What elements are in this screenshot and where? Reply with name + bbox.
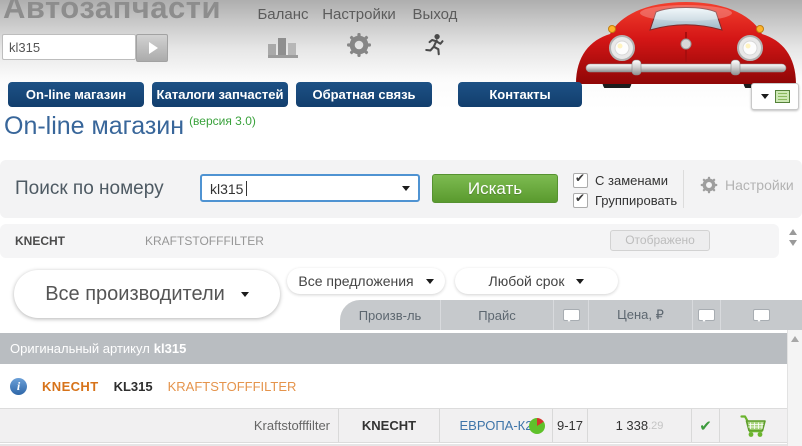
comment-icon: [753, 309, 770, 321]
page-header: Автозапчасти Баланс Настройки: [0, 0, 802, 110]
group-row-original-article[interactable]: Оригинальный артикул kl315: [0, 333, 787, 364]
chevron-down-icon: [241, 292, 249, 297]
menu-balance-label: Баланс: [251, 6, 315, 23]
table-scrollbar[interactable]: [787, 330, 802, 446]
scroll-up-icon[interactable]: [791, 336, 799, 342]
result-brand: KNECHT: [15, 234, 65, 248]
play-arrow-icon: [149, 42, 158, 54]
offers-dropdown-label: Все предложения: [298, 273, 413, 289]
page-title-text: On-line магазин: [4, 112, 184, 140]
search-by-number-label: Поиск по номеру: [15, 178, 164, 200]
gear-icon: [700, 176, 718, 194]
menu-balance[interactable]: Баланс: [251, 6, 315, 58]
search-settings-label: Настройки: [725, 177, 794, 193]
grouping-checkbox-label: Группировать: [595, 193, 677, 208]
column-comment[interactable]: [553, 300, 588, 330]
replacements-checkbox-label: С заменами: [595, 173, 668, 188]
list-view-icon: [775, 90, 790, 103]
result-part-name: KRAFTSTOFFFILTER: [145, 234, 264, 248]
quick-search-input[interactable]: [2, 34, 136, 60]
part-brand[interactable]: KNECHT: [42, 379, 99, 394]
offer-pricelist-link[interactable]: ЕВРОПА-К2: [460, 418, 533, 433]
add-to-cart-icon: [740, 414, 767, 438]
comment-icon: [563, 309, 580, 321]
offer-price-cents: .29: [648, 420, 663, 432]
offer-price-main: 1 338: [616, 418, 649, 433]
nav-feedback[interactable]: Обратная связь: [296, 82, 432, 107]
view-mode-widget[interactable]: [751, 83, 799, 110]
manufacturers-dropdown-label: Все производители: [45, 283, 225, 306]
chevron-down-icon: [576, 279, 584, 284]
quick-search-go-button[interactable]: [136, 34, 168, 62]
chevron-down-icon: [426, 279, 434, 284]
page-title: On-line магазин (версия 3.0): [4, 112, 256, 141]
scroll-up-icon[interactable]: [789, 229, 797, 235]
nav-online-shop[interactable]: On-line магазин: [8, 82, 144, 107]
result-group-band[interactable]: KNECHT KRAFTSTOFFFILTER Отображено: [0, 224, 779, 258]
part-name: KRAFTSTOFFFILTER: [168, 379, 297, 394]
gear-icon: [346, 32, 372, 58]
info-icon[interactable]: [10, 378, 27, 395]
add-to-cart-button[interactable]: [720, 409, 786, 442]
offer-available-cell: [692, 409, 720, 442]
menu-settings[interactable]: Настройки: [317, 6, 401, 58]
car-image: [570, 0, 802, 88]
replacements-checkbox-row[interactable]: С заменами: [573, 171, 677, 189]
offers-dropdown[interactable]: Все предложения: [287, 268, 445, 294]
search-options: С заменами Группировать: [573, 171, 677, 211]
comment-icon: [698, 309, 715, 321]
table-header: Произв-ль Прайс Цена, ₽: [340, 300, 802, 330]
version-label: (версия 3.0): [189, 114, 256, 128]
part-number-value: kl315: [210, 181, 243, 197]
column-comment[interactable]: [720, 300, 802, 330]
search-settings-button[interactable]: Настройки: [700, 176, 794, 194]
group-row-prefix: Оригинальный артикул: [10, 341, 150, 356]
offer-row: Kraftstofffilter KNECHT ЕВРОПА-К2 9-17 1…: [0, 408, 787, 443]
manufacturers-dropdown[interactable]: Все производители: [14, 270, 280, 318]
availability-pie-icon: [529, 418, 545, 434]
column-pricelist[interactable]: Прайс: [440, 300, 553, 330]
column-manufacturer[interactable]: Произв-ль: [340, 300, 440, 330]
term-dropdown-label: Любой срок: [489, 273, 565, 289]
chevron-down-icon[interactable]: [402, 186, 410, 191]
search-button[interactable]: Искать: [432, 174, 558, 203]
offer-pricelist-cell: ЕВРОПА-К2: [440, 409, 553, 442]
bar-chart-icon: [268, 38, 298, 58]
column-comment[interactable]: [692, 300, 720, 330]
logo: Автозапчасти: [3, 0, 221, 26]
displayed-status-button[interactable]: Отображено: [610, 230, 710, 251]
part-number-combobox[interactable]: kl315: [200, 174, 420, 202]
menu-settings-label: Настройки: [317, 6, 401, 23]
exit-runner-icon: [425, 32, 445, 58]
chevron-down-icon: [761, 94, 769, 99]
nav-parts-catalogs[interactable]: Каталоги запчастей: [152, 82, 288, 107]
checkbox-checked-icon[interactable]: [573, 173, 588, 188]
grouping-checkbox-row[interactable]: Группировать: [573, 191, 677, 209]
offer-manufacturer: KNECHT: [339, 409, 440, 442]
menu-exit[interactable]: Выход: [405, 6, 465, 58]
menu-exit-label: Выход: [405, 6, 465, 23]
nav-contacts[interactable]: Контакты: [458, 82, 582, 107]
checkbox-checked-icon[interactable]: [573, 193, 588, 208]
offer-term: 9-17: [553, 409, 588, 442]
band-spinner: [787, 229, 799, 246]
offer-price-cell: 1 338.29: [588, 409, 692, 442]
group-row-article: kl315: [154, 341, 187, 356]
in-stock-check-icon: [699, 417, 712, 435]
scroll-down-icon[interactable]: [789, 240, 797, 246]
part-article: KL315: [114, 379, 153, 394]
column-price[interactable]: Цена, ₽: [588, 300, 692, 330]
divider: [683, 170, 684, 208]
offer-description: Kraftstofffilter: [0, 409, 339, 442]
text-cursor: [246, 181, 247, 196]
search-panel: Поиск по номеру kl315 Искать С заменами …: [0, 160, 802, 218]
term-dropdown[interactable]: Любой срок: [455, 268, 618, 294]
part-row: KNECHT KL315 KRAFTSTOFFFILTER: [0, 364, 787, 408]
